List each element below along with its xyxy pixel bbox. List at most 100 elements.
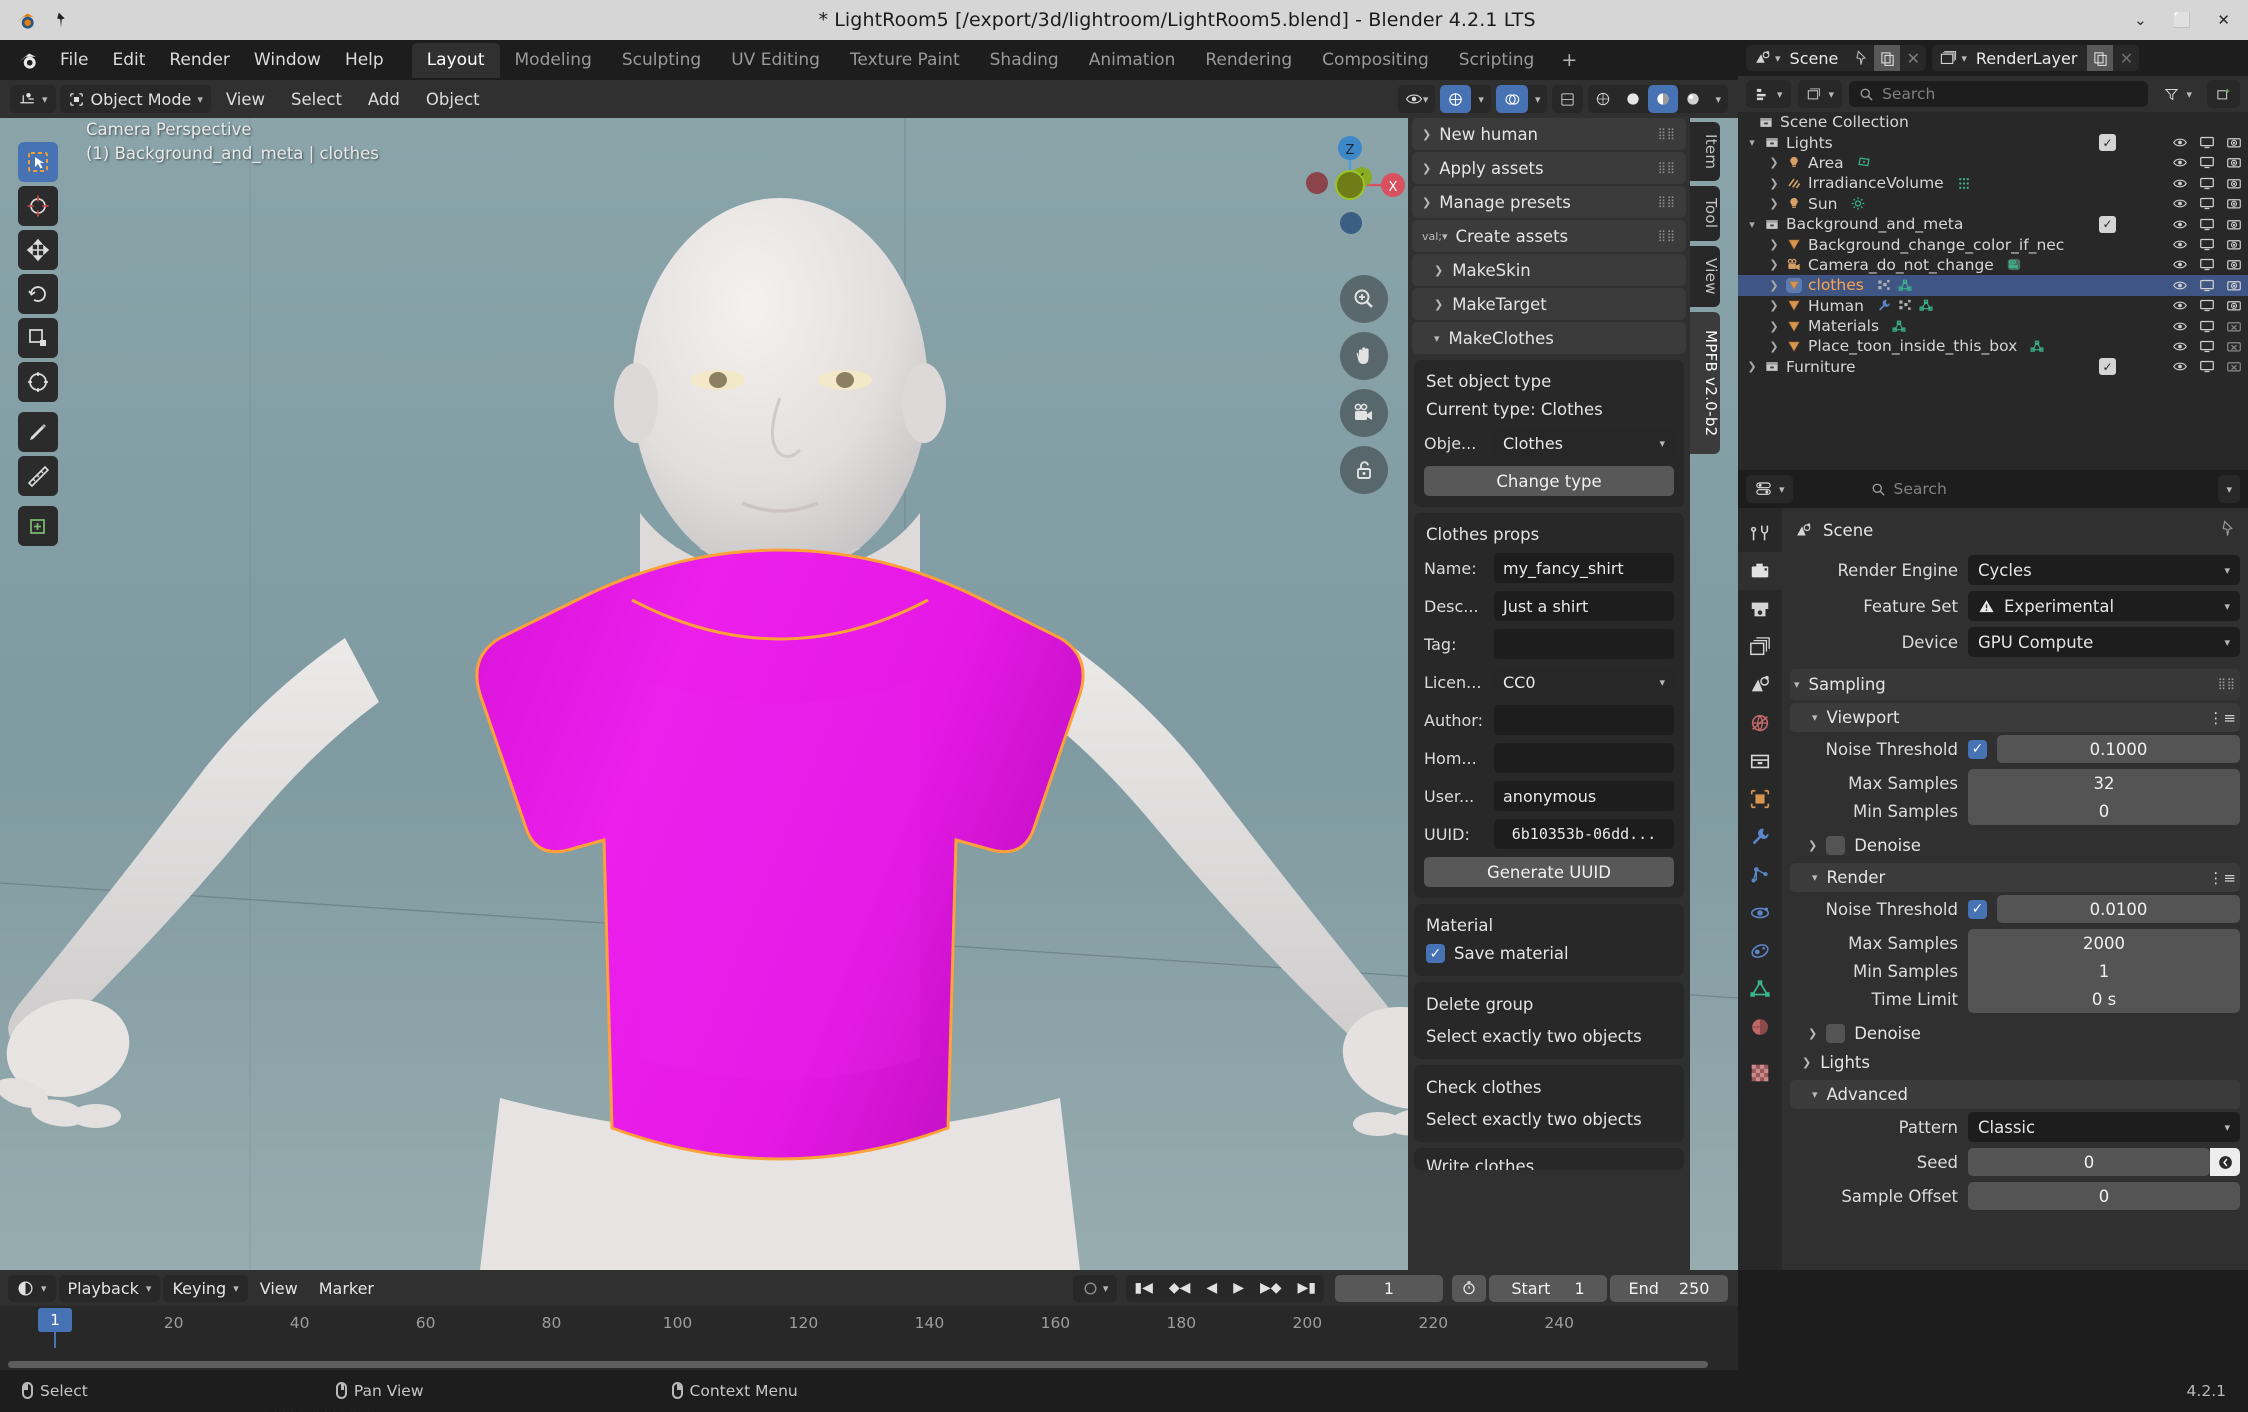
tab-scene[interactable]: [1738, 666, 1782, 704]
outliner-row[interactable]: ❯ Furniture ✓: [1738, 357, 2248, 377]
scale-tool[interactable]: [18, 318, 58, 358]
timeline-scrollbar-thumb[interactable]: [8, 1361, 1708, 1368]
outliner-display-mode-dropdown[interactable]: ▾: [1746, 80, 1791, 108]
screen[interactable]: [2199, 237, 2215, 252]
screen[interactable]: [2199, 176, 2215, 191]
end-frame-field[interactable]: End 250: [1610, 1274, 1728, 1302]
outliner-row[interactable]: ❯ Human: [1738, 296, 2248, 316]
timeline-menu-view[interactable]: View: [251, 1275, 307, 1302]
tab-scripting[interactable]: Scripting: [1444, 43, 1550, 78]
username-input[interactable]: anonymous: [1494, 781, 1674, 811]
eye[interactable]: [2172, 176, 2188, 191]
advanced-subsection-header[interactable]: ▾ Advanced: [1790, 1080, 2240, 1109]
tab-uv-editing[interactable]: UV Editing: [716, 43, 835, 78]
tag-input[interactable]: [1494, 629, 1674, 659]
camera[interactable]: [2226, 196, 2242, 211]
render-engine-dropdown[interactable]: Cycles ▾: [1968, 555, 2240, 585]
outliner-row[interactable]: ❯ Background_change_color_if_nec: [1738, 234, 2248, 254]
chevron-right-icon[interactable]: ❯: [1766, 340, 1782, 353]
subsection-maketarget[interactable]: ❯ MakeTarget: [1412, 288, 1686, 320]
camera[interactable]: [2226, 237, 2242, 252]
tab-modifiers[interactable]: [1738, 818, 1782, 856]
tab-modeling[interactable]: Modeling: [500, 43, 607, 78]
render-min-samples-value[interactable]: 1: [1968, 957, 2240, 985]
subsection-makeskin[interactable]: ❯ MakeSkin: [1412, 254, 1686, 286]
render-max-samples-value[interactable]: 2000: [1968, 929, 2240, 957]
rotate-tool[interactable]: [18, 274, 58, 314]
outliner-row[interactable]: ❯ IrradianceVolume: [1738, 173, 2248, 193]
ntab-view[interactable]: View: [1690, 245, 1720, 307]
chevron-right-icon[interactable]: ❯: [1744, 360, 1760, 373]
tab-object[interactable]: [1738, 780, 1782, 818]
collection-exclude-checkbox[interactable]: ✓: [2099, 358, 2116, 376]
viewport-nav-gizmo[interactable]: Z X Y: [1290, 130, 1420, 240]
play-reverse-button[interactable]: ◀: [1198, 1280, 1225, 1296]
chevron-right-icon[interactable]: ❯: [1766, 258, 1782, 271]
annotate-tool[interactable]: [18, 412, 58, 452]
show-overlays-toggle[interactable]: [1495, 85, 1528, 113]
current-frame-field[interactable]: 1: [1335, 1274, 1443, 1302]
render-noise-threshold-value[interactable]: 0.0100: [1997, 895, 2240, 923]
tab-animation[interactable]: Animation: [1074, 43, 1191, 78]
chevron-down-icon[interactable]: ▾: [1744, 136, 1760, 149]
tab-material[interactable]: [1738, 1008, 1782, 1046]
eye[interactable]: [2172, 339, 2188, 354]
chevron-right-icon[interactable]: ❯: [1766, 299, 1782, 312]
maximize-button[interactable]: ⬜: [2173, 11, 2192, 29]
show-gizmo-toggle[interactable]: [1440, 85, 1472, 113]
save-material-checkbox[interactable]: ✓: [1426, 944, 1445, 963]
accordion-new-human[interactable]: ❯ New human ⣿⣿: [1412, 118, 1686, 150]
interaction-mode-dropdown[interactable]: Object Mode ▾: [59, 85, 211, 113]
render-denoise-checkbox[interactable]: [1826, 1024, 1846, 1043]
object-type-dropdown[interactable]: Clothes ▾: [1494, 428, 1674, 458]
tab-compositing[interactable]: Compositing: [1307, 43, 1444, 78]
render-noise-threshold-checkbox[interactable]: ✓: [1968, 899, 1987, 919]
add-workspace-button[interactable]: +: [1549, 45, 1589, 75]
chevron-right-icon[interactable]: ❯: [1766, 279, 1782, 292]
shading-dropdown[interactable]: ▾: [1708, 85, 1728, 113]
timeline-scrollbar-track[interactable]: [0, 1358, 1738, 1370]
new-scene-icon[interactable]: [1874, 45, 1901, 71]
ntab-item[interactable]: Item: [1690, 122, 1720, 182]
render-denoise-row[interactable]: ❯ Denoise: [1790, 1019, 2240, 1048]
viewport-subsection-header[interactable]: ▾ Viewport ⋮≡: [1790, 703, 2240, 732]
tab-collection[interactable]: [1738, 742, 1782, 780]
screen[interactable]: [2199, 196, 2215, 211]
chevron-right-icon[interactable]: ❯: [1766, 197, 1782, 210]
close-button[interactable]: ✕: [2217, 11, 2230, 29]
lights-subsection-header[interactable]: ❯ Lights: [1790, 1048, 2240, 1077]
jump-to-start-button[interactable]: ▮◀: [1126, 1280, 1160, 1296]
chevron-right-icon[interactable]: ❯: [1766, 177, 1782, 190]
screen[interactable]: [2199, 298, 2215, 313]
camera[interactable]: [2226, 278, 2242, 293]
prev-keyframe-button[interactable]: ◆◀: [1161, 1280, 1199, 1296]
menu-window[interactable]: Window: [242, 46, 333, 74]
change-type-button[interactable]: Change type: [1424, 466, 1674, 496]
eye[interactable]: [2172, 359, 2188, 374]
visibility-dropdown[interactable]: ▾: [1397, 85, 1436, 113]
timeline-editor-type-button[interactable]: ▾: [8, 1274, 56, 1302]
generate-uuid-button[interactable]: Generate UUID: [1424, 857, 1674, 887]
eye[interactable]: [2172, 298, 2188, 313]
camera[interactable]: [2226, 176, 2242, 191]
minimize-button[interactable]: ⌄: [2134, 11, 2147, 29]
menu-render[interactable]: Render: [157, 46, 242, 74]
pin-scene-icon[interactable]: [1848, 45, 1874, 71]
tab-tool[interactable]: [1738, 514, 1782, 552]
outliner-filter-id-dropdown[interactable]: ▾: [1797, 80, 1843, 108]
subsection-makeclothes[interactable]: ▾ MakeClothes: [1412, 322, 1686, 354]
outliner-row[interactable]: ▾ Lights ✓: [1738, 132, 2248, 152]
blender-logo-icon[interactable]: [14, 47, 40, 73]
new-collection-button[interactable]: [2207, 80, 2240, 108]
measure-tool[interactable]: [18, 456, 58, 496]
uuid-input[interactable]: 6b10353b-06dd...: [1494, 819, 1674, 849]
license-dropdown[interactable]: CC0 ▾: [1494, 667, 1674, 697]
pattern-dropdown[interactable]: Classic ▾: [1968, 1112, 2240, 1142]
gizmo-dropdown[interactable]: ▾: [1471, 85, 1491, 113]
seed-value[interactable]: 0: [1968, 1148, 2210, 1176]
feature-set-dropdown[interactable]: Experimental ▾: [1968, 591, 2240, 621]
view-layer-selector[interactable]: ▾ RenderLayer ✕: [1932, 45, 2140, 71]
editor-type-button[interactable]: ▾: [10, 85, 56, 113]
preset-menu-icon[interactable]: ⋮≡: [2208, 709, 2236, 727]
viewport-denoise-checkbox[interactable]: [1826, 836, 1846, 855]
